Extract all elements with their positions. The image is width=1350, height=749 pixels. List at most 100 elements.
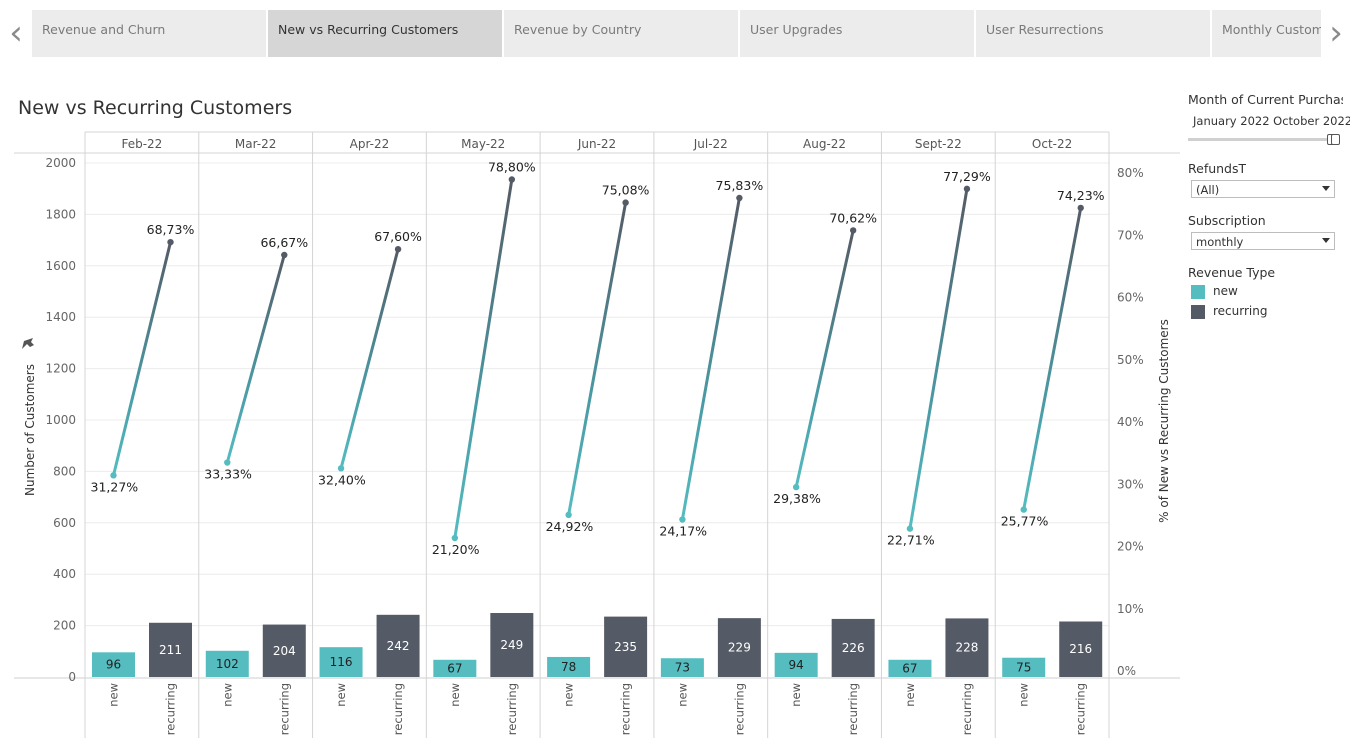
pct-point-new [337, 465, 345, 472]
legend-label-recurring: recurring [1213, 304, 1268, 318]
pct-point-recurring [1077, 204, 1084, 212]
subscription-dropdown[interactable]: monthly [1191, 232, 1335, 250]
y-tick-label: 600 [53, 516, 76, 530]
y-tick-label: 400 [53, 567, 76, 581]
pct-point-new [792, 483, 800, 491]
subcategory-label-new: new [107, 683, 121, 707]
y2-tick-label: 40% [1117, 415, 1144, 429]
tab-revenue-and-churn[interactable]: Revenue and Churn [32, 10, 266, 57]
y2-axis-title: % of New vs Recurring Customers [1157, 319, 1171, 523]
subcategory-label-recurring: recurring [619, 683, 633, 735]
pct-point-new [224, 459, 231, 466]
pct-line [112, 240, 172, 477]
refunds-selected-value: (All) [1196, 183, 1220, 197]
y2-tick-label: 50% [1117, 353, 1144, 367]
tab-revenue-by-country[interactable]: Revenue by Country [504, 10, 738, 57]
y2-tick-label: 70% [1117, 228, 1144, 242]
bar-value-label: 228 [955, 641, 978, 655]
pct-label-recurring: 77,29% [943, 169, 991, 184]
bar-value-label: 216 [1069, 642, 1092, 656]
y2-tick-label: 20% [1117, 540, 1144, 554]
category-label: Mar-22 [235, 137, 276, 151]
pct-point-recurring [508, 176, 516, 183]
pct-point-recurring [167, 238, 174, 246]
pct-label-new: 24,92% [546, 519, 594, 534]
subscription-selected-value: monthly [1196, 235, 1244, 249]
bar-value-label: 229 [728, 641, 751, 655]
bar-value-label: 73 [675, 661, 690, 675]
pct-line [567, 201, 628, 517]
category-label: Apr-22 [350, 137, 390, 151]
subcategory-label-new: new [1017, 683, 1031, 707]
tab-new-vs-recurring-customers[interactable]: New vs Recurring Customers [268, 10, 502, 57]
pct-point-new [679, 516, 686, 523]
bar-value-label: 102 [216, 657, 239, 671]
page-title: New vs Recurring Customers [18, 97, 293, 119]
y-tick-label: 1200 [45, 362, 76, 376]
pct-line [908, 187, 969, 531]
tab-scroll-left-icon[interactable]: ‹ [2, 14, 30, 54]
y2-tick-label: 0% [1117, 664, 1136, 678]
subcategory-label-recurring: recurring [960, 683, 974, 735]
y-tick-label: 800 [53, 464, 76, 478]
y-tick-label: 1400 [45, 310, 76, 324]
category-label: Sept-22 [915, 137, 962, 151]
category-label: Feb-22 [121, 137, 162, 151]
subscription-filter-label: Subscription [1188, 213, 1266, 228]
pct-point-recurring [963, 185, 971, 193]
subcategory-label-new: new [789, 683, 803, 707]
pct-label-new: 33,33% [204, 467, 252, 482]
subcategory-label-new: new [903, 683, 917, 707]
pct-point-recurring [622, 199, 629, 206]
legend-swatch-new [1191, 284, 1205, 299]
pin-icon [22, 338, 34, 349]
subcategory-label-recurring: recurring [732, 683, 746, 735]
refunds-dropdown[interactable]: (All) [1191, 180, 1335, 198]
refunds-filter-label: RefundsT [1188, 161, 1247, 176]
y-axis-title: Number of Customers [23, 364, 37, 496]
legend-swatch-recurring [1191, 304, 1205, 319]
bar-value-label: 96 [106, 658, 121, 672]
subcategory-label-new: new [562, 683, 576, 707]
pct-label-new: 22,71% [887, 533, 935, 548]
pct-label-new: 31,27% [91, 479, 139, 494]
tab-user-upgrades[interactable]: User Upgrades [740, 10, 974, 57]
subcategory-label-recurring: recurring [846, 683, 860, 735]
pct-label-new: 24,17% [659, 524, 707, 539]
bar-value-label: 94 [789, 658, 804, 672]
tab-scroll-right-icon[interactable]: › [1322, 14, 1350, 54]
pct-point-new [906, 525, 914, 532]
pct-line [339, 247, 400, 470]
range-end-handle[interactable] [1331, 134, 1340, 145]
subcategory-label-recurring: recurring [391, 683, 405, 735]
pct-point-new [565, 511, 572, 519]
pct-label-recurring: 74,23% [1057, 188, 1105, 203]
pct-point-recurring [394, 245, 402, 253]
category-label: Jul-22 [693, 137, 728, 151]
tab-strip: Revenue and Churn New vs Recurring Custo… [32, 10, 1321, 57]
legend-item-recurring[interactable]: recurring [1191, 304, 1267, 320]
pct-point-recurring [736, 194, 743, 202]
pct-label-recurring: 75,08% [602, 183, 650, 198]
subcategory-label-recurring: recurring [505, 683, 519, 735]
y-tick-label: 0 [68, 670, 76, 684]
pct-line [453, 177, 514, 540]
legend-item-new[interactable]: new [1191, 284, 1238, 300]
y-tick-label: 1800 [45, 207, 76, 221]
tab-monthly-customers[interactable]: Monthly Customers [1212, 10, 1321, 57]
tab-user-resurrections[interactable]: User Resurrections [976, 10, 1210, 57]
bar-value-label: 75 [1016, 660, 1031, 674]
y-tick-label: 200 [53, 619, 76, 633]
pct-label-recurring: 75,83% [716, 178, 764, 193]
pct-point-new [451, 534, 459, 542]
pct-line [794, 228, 855, 489]
month-range-slider[interactable] [1188, 134, 1340, 145]
legend-title: Revenue Type [1188, 265, 1276, 280]
pct-label-new: 29,38% [773, 491, 821, 506]
bar-value-label: 249 [500, 638, 523, 652]
pct-label-recurring: 70,62% [829, 210, 877, 225]
pct-line [225, 253, 286, 465]
pct-label-recurring: 67,60% [374, 229, 422, 244]
bar-value-label: 211 [159, 643, 182, 657]
pct-label-new: 25,77% [1001, 514, 1049, 529]
